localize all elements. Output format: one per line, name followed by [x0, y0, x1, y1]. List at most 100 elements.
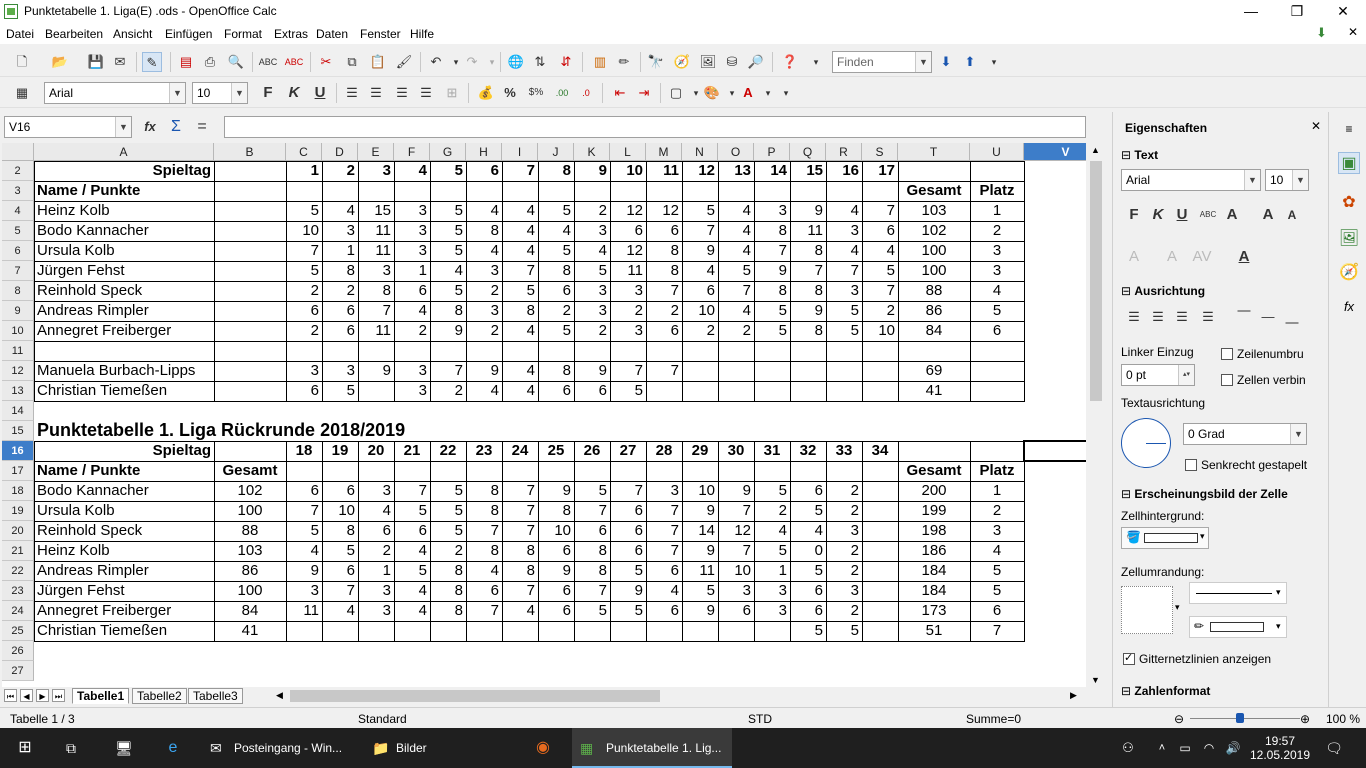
scroll-right-icon[interactable]: ▶ — [1070, 690, 1077, 701]
points-cell[interactable]: 6 — [646, 601, 682, 621]
spieltag-day[interactable]: 2 — [322, 161, 358, 181]
sidebar-font-color-icon[interactable]: A — [1233, 246, 1255, 268]
gesamt-cell[interactable]: 198 — [898, 521, 970, 541]
spieltag-day[interactable]: 9 — [574, 161, 610, 181]
gesamt-cell[interactable]: 173 — [898, 601, 970, 621]
chevron-down-icon[interactable]: ▼ — [1244, 170, 1260, 190]
points-cell[interactable]: 4 — [430, 261, 466, 281]
points-cell[interactable]: 2 — [754, 501, 790, 521]
points-cell[interactable]: 8 — [466, 481, 502, 501]
points-cell[interactable] — [718, 361, 754, 381]
points-cell[interactable]: 15 — [358, 201, 394, 221]
points-cell[interactable]: 3 — [574, 281, 610, 301]
points-cell[interactable]: 2 — [430, 381, 466, 401]
points-cell[interactable]: 4 — [718, 201, 754, 221]
points-cell[interactable] — [862, 601, 898, 621]
bold-button[interactable]: F — [258, 83, 278, 103]
points-cell[interactable]: 5 — [754, 541, 790, 561]
points-cell[interactable]: 3 — [826, 281, 862, 301]
points-cell[interactable]: 5 — [826, 621, 862, 641]
points-cell[interactable] — [718, 381, 754, 401]
points-cell[interactable]: 2 — [826, 541, 862, 561]
points-cell[interactable]: 6 — [646, 321, 682, 341]
points-cell[interactable]: 5 — [718, 261, 754, 281]
points-cell[interactable] — [790, 381, 826, 401]
platz-cell[interactable] — [970, 381, 1024, 401]
points-cell[interactable]: 7 — [646, 521, 682, 541]
column-header-o[interactable]: O — [718, 143, 754, 161]
points-cell[interactable]: 5 — [862, 261, 898, 281]
scroll-up-icon[interactable]: ▲ — [1091, 145, 1100, 155]
points-cell[interactable]: 5 — [394, 501, 430, 521]
column-header-j[interactable]: J — [538, 143, 574, 161]
minimize-button[interactable]: — — [1228, 0, 1274, 24]
points-cell[interactable]: 3 — [358, 481, 394, 501]
internet-explorer-icon[interactable]: e — [158, 728, 188, 768]
player-name[interactable]: Reinhold Speck — [34, 521, 214, 541]
points-cell[interactable]: 5 — [430, 521, 466, 541]
points-cell[interactable]: 7 — [610, 481, 646, 501]
points-cell[interactable]: 5 — [682, 201, 718, 221]
platz-cell[interactable]: 2 — [970, 501, 1024, 521]
points-cell[interactable]: 5 — [430, 221, 466, 241]
points-cell[interactable] — [538, 621, 574, 641]
points-cell[interactable] — [754, 361, 790, 381]
points-cell[interactable]: 6 — [646, 221, 682, 241]
points-cell[interactable] — [358, 621, 394, 641]
points-cell[interactable]: 6 — [358, 521, 394, 541]
points-cell[interactable]: 5 — [610, 561, 646, 581]
sidebar-bold-button[interactable]: F — [1123, 204, 1145, 226]
superscript-icon[interactable]: A — [1123, 246, 1145, 268]
column-header-b[interactable]: B — [214, 143, 286, 161]
points-cell[interactable]: 11 — [610, 261, 646, 281]
font-color-icon[interactable]: A — [738, 83, 758, 103]
points-cell[interactable]: 3 — [826, 521, 862, 541]
points-cell[interactable]: 9 — [790, 301, 826, 321]
formula-input[interactable] — [224, 116, 1086, 138]
save-icon[interactable]: 💾 — [86, 52, 106, 72]
zoom-slider[interactable] — [1190, 718, 1300, 719]
points-cell[interactable]: 2 — [718, 321, 754, 341]
spieltag-day[interactable]: 33 — [826, 441, 862, 461]
spieltag-day[interactable]: 34 — [862, 441, 898, 461]
points-cell[interactable]: 5 — [394, 561, 430, 581]
sum-button[interactable]: Σ — [166, 117, 186, 137]
platz-cell[interactable]: 1 — [970, 481, 1024, 501]
zoom-icon[interactable]: 🔎 — [746, 52, 766, 72]
spieltag-day[interactable]: 32 — [790, 441, 826, 461]
selection-mode[interactable]: STD — [748, 712, 772, 726]
hinrunde-gesamt-cell[interactable]: 88 — [214, 521, 286, 541]
name-header[interactable]: Name / Punkte — [34, 181, 214, 201]
points-cell[interactable]: 1 — [322, 241, 358, 261]
platz-cell[interactable]: 4 — [970, 541, 1024, 561]
points-cell[interactable]: 4 — [682, 261, 718, 281]
text-section-header[interactable]: Text — [1121, 148, 1158, 162]
player-name[interactable]: Andreas Rimpler — [34, 561, 214, 581]
points-cell[interactable]: 10 — [682, 301, 718, 321]
points-cell[interactable]: 6 — [610, 521, 646, 541]
points-cell[interactable]: 2 — [322, 281, 358, 301]
points-cell[interactable]: 8 — [502, 561, 538, 581]
points-cell[interactable]: 3 — [754, 601, 790, 621]
points-cell[interactable]: 2 — [610, 301, 646, 321]
points-cell[interactable]: 3 — [754, 581, 790, 601]
chevron-down-icon[interactable]: ▾ — [1175, 602, 1180, 613]
new-document-icon[interactable]: 🗋 — [12, 52, 32, 72]
column-header-t[interactable]: T — [898, 143, 970, 161]
row-header-25[interactable]: 25 — [2, 621, 34, 641]
points-cell[interactable]: 8 — [790, 281, 826, 301]
align-middle-icon[interactable]: — — [1257, 306, 1279, 328]
points-cell[interactable]: 4 — [646, 581, 682, 601]
restore-button[interactable]: ❐ — [1274, 0, 1320, 24]
points-cell[interactable]: 4 — [502, 241, 538, 261]
sidebar-font-combo[interactable]: Arial ▼ — [1121, 169, 1261, 191]
italic-button[interactable]: K — [284, 83, 304, 103]
points-cell[interactable]: 8 — [754, 281, 790, 301]
points-cell[interactable]: 6 — [322, 321, 358, 341]
points-cell[interactable]: 12 — [610, 241, 646, 261]
border-color-picker[interactable]: ✏ ▾ — [1189, 616, 1287, 638]
zoom-in-icon[interactable]: ⊕ — [1300, 712, 1310, 726]
menu-daten[interactable]: Daten — [316, 27, 348, 41]
points-cell[interactable]: 9 — [610, 581, 646, 601]
player-name[interactable]: Reinhold Speck — [34, 281, 214, 301]
